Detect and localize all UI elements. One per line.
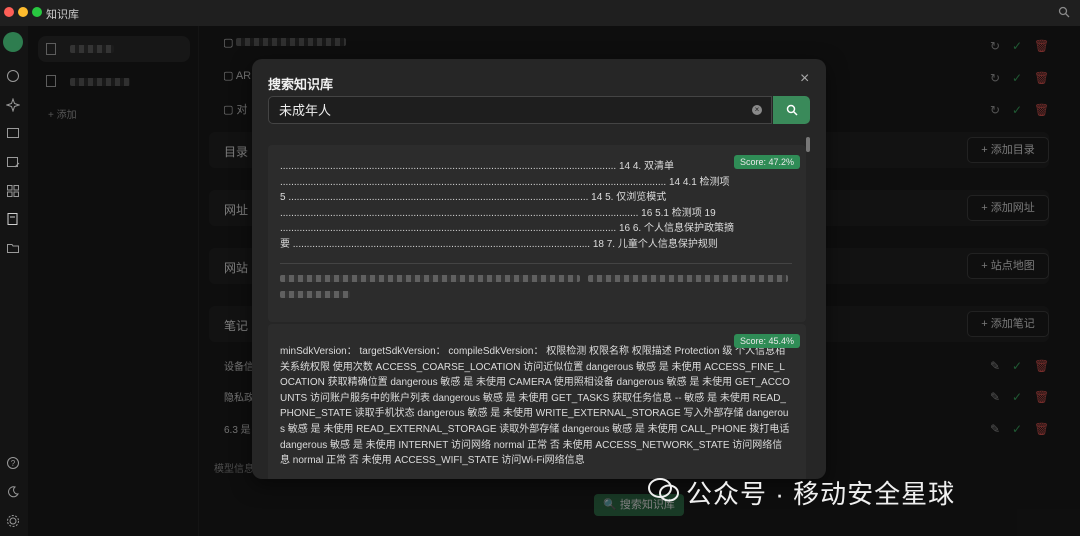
folder-icon[interactable] [6, 241, 20, 255]
wechat-icon [648, 478, 679, 502]
search-icon [786, 104, 798, 116]
result-card[interactable]: minSdkVersion： targetSdkVersion： compile… [268, 324, 806, 479]
redacted-text [280, 291, 350, 298]
sparkle-icon[interactable] [6, 98, 20, 112]
result-card[interactable]: ........................................… [268, 145, 806, 322]
modal-title: 搜索知识库 [268, 77, 334, 92]
svg-text:?: ? [11, 459, 16, 468]
redacted-text [588, 275, 788, 282]
score-badge: Score: 45.4% [733, 334, 800, 348]
help-icon[interactable]: ? [6, 456, 20, 470]
result-text: ........................................… [280, 161, 734, 250]
app-title: 知识库 [46, 9, 79, 21]
gear-icon[interactable] [6, 514, 20, 528]
knowledge-base-icon[interactable] [6, 212, 20, 226]
moon-icon[interactable] [6, 485, 20, 499]
clear-input-icon[interactable]: × [752, 105, 762, 115]
minimize-window-button[interactable] [18, 7, 28, 17]
watermark-text: 公众号 · 移动安全星球 [686, 479, 956, 509]
zoom-window-button[interactable] [32, 7, 42, 17]
chat-icon[interactable] [6, 69, 20, 83]
divider [280, 263, 792, 264]
search-icon[interactable] [1058, 6, 1070, 18]
score-badge: Score: 47.2% [733, 155, 800, 169]
image-edit-icon[interactable] [6, 155, 20, 169]
redacted-text [280, 275, 580, 282]
search-results: ........................................… [268, 145, 809, 479]
close-icon[interactable]: × [800, 71, 812, 87]
search-input[interactable]: 未成年人 [268, 96, 772, 124]
image-icon[interactable] [6, 126, 20, 140]
watermark: 公众号 · 移动安全星球 [648, 474, 956, 511]
apps-grid-icon[interactable] [6, 184, 20, 198]
result-text: minSdkVersion： targetSdkVersion： compile… [280, 346, 790, 467]
close-window-button[interactable] [4, 7, 14, 17]
icon-rail: ? [0, 26, 28, 536]
title-bar: 知识库 [0, 0, 1080, 26]
avatar[interactable] [3, 32, 23, 52]
search-button[interactable] [773, 96, 810, 124]
search-modal: 搜索知识库 × 未成年人 × .........................… [252, 59, 826, 479]
